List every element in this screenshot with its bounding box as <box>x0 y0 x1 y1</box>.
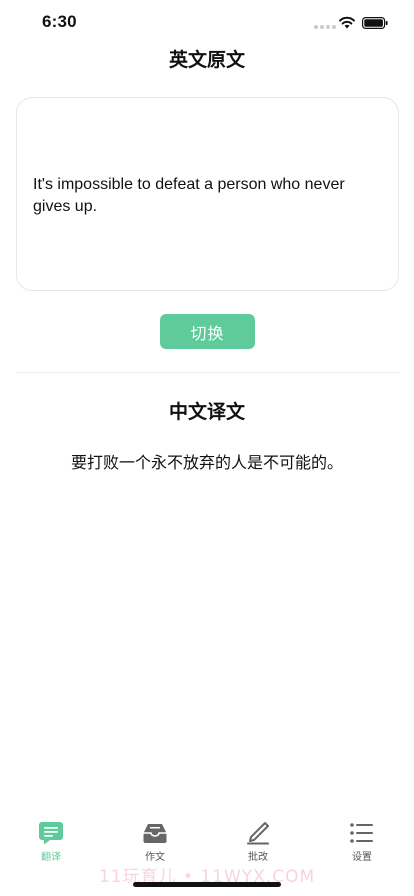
tab-settings[interactable]: 设置 <box>332 821 392 865</box>
translation-title: 中文译文 <box>168 401 245 423</box>
source-text[interactable]: It's impossible to defeat a person who n… <box>33 174 383 218</box>
home-indicator <box>133 882 281 887</box>
status-time: 6:30 <box>42 12 77 31</box>
battery-icon <box>362 17 388 29</box>
tab-composition[interactable]: 作文 <box>125 821 185 865</box>
cellular-signal-icon <box>314 25 336 29</box>
tab-translate[interactable]: 翻译 <box>21 821 81 865</box>
list-icon <box>350 823 373 843</box>
chat-bubble-icon <box>39 822 63 845</box>
tab-label: 设置 <box>352 852 372 863</box>
tab-label: 翻译 <box>41 852 61 863</box>
translation-text: 要打败一个永不放弃的人是不可能的。 <box>70 453 343 472</box>
switch-button[interactable]: 切换 <box>160 314 255 349</box>
app-screen: 6:30 英文原文 It's impossible to defeat a pe… <box>0 0 414 896</box>
wifi-icon <box>339 16 355 29</box>
source-text-card[interactable]: It's impossible to defeat a person who n… <box>16 97 399 291</box>
status-bar: 6:30 <box>0 0 414 44</box>
divider <box>16 372 399 373</box>
pen-icon <box>247 822 269 845</box>
tab-correction[interactable]: 批改 <box>228 821 288 865</box>
source-title: 英文原文 <box>168 49 245 71</box>
tab-label: 批改 <box>248 852 268 863</box>
inbox-tray-icon <box>143 824 167 843</box>
tab-label: 作文 <box>145 852 165 863</box>
